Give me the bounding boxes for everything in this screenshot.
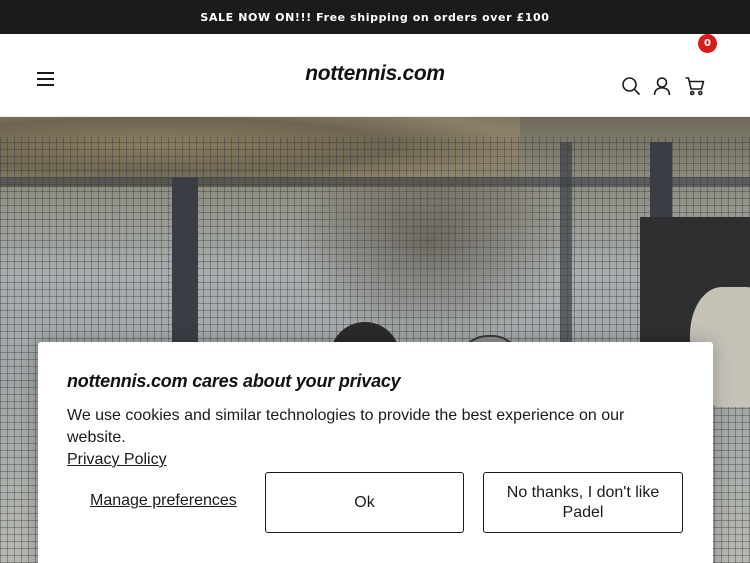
user-icon[interactable] [651, 75, 673, 97]
cookie-consent-dialog: nottennis.com cares about your privacy W… [38, 342, 713, 563]
search-icon[interactable] [620, 75, 642, 97]
cart-count-badge: 0 [698, 34, 717, 53]
cookie-title: nottennis.com cares about your privacy [67, 371, 401, 391]
site-header: nottennis.com [0, 34, 750, 117]
decline-cookies-button[interactable]: No thanks, I don't like Padel [483, 472, 683, 533]
announcement-text: SALE NOW ON!!! Free shipping on orders o… [200, 10, 550, 24]
hamburger-menu-icon[interactable] [36, 69, 56, 87]
announcement-bar: SALE NOW ON!!! Free shipping on orders o… [0, 0, 750, 34]
accept-cookies-button[interactable]: Ok [265, 472, 464, 533]
cookie-body-text: We use cookies and similar technologies … [67, 407, 625, 446]
cart-icon[interactable] [684, 75, 706, 97]
cookie-message: We use cookies and similar technologies … [67, 405, 687, 471]
privacy-policy-link[interactable]: Privacy Policy [67, 451, 167, 468]
manage-preferences-link[interactable]: Manage preferences [90, 492, 237, 510]
brand-link[interactable]: nottennis.com [305, 62, 445, 85]
